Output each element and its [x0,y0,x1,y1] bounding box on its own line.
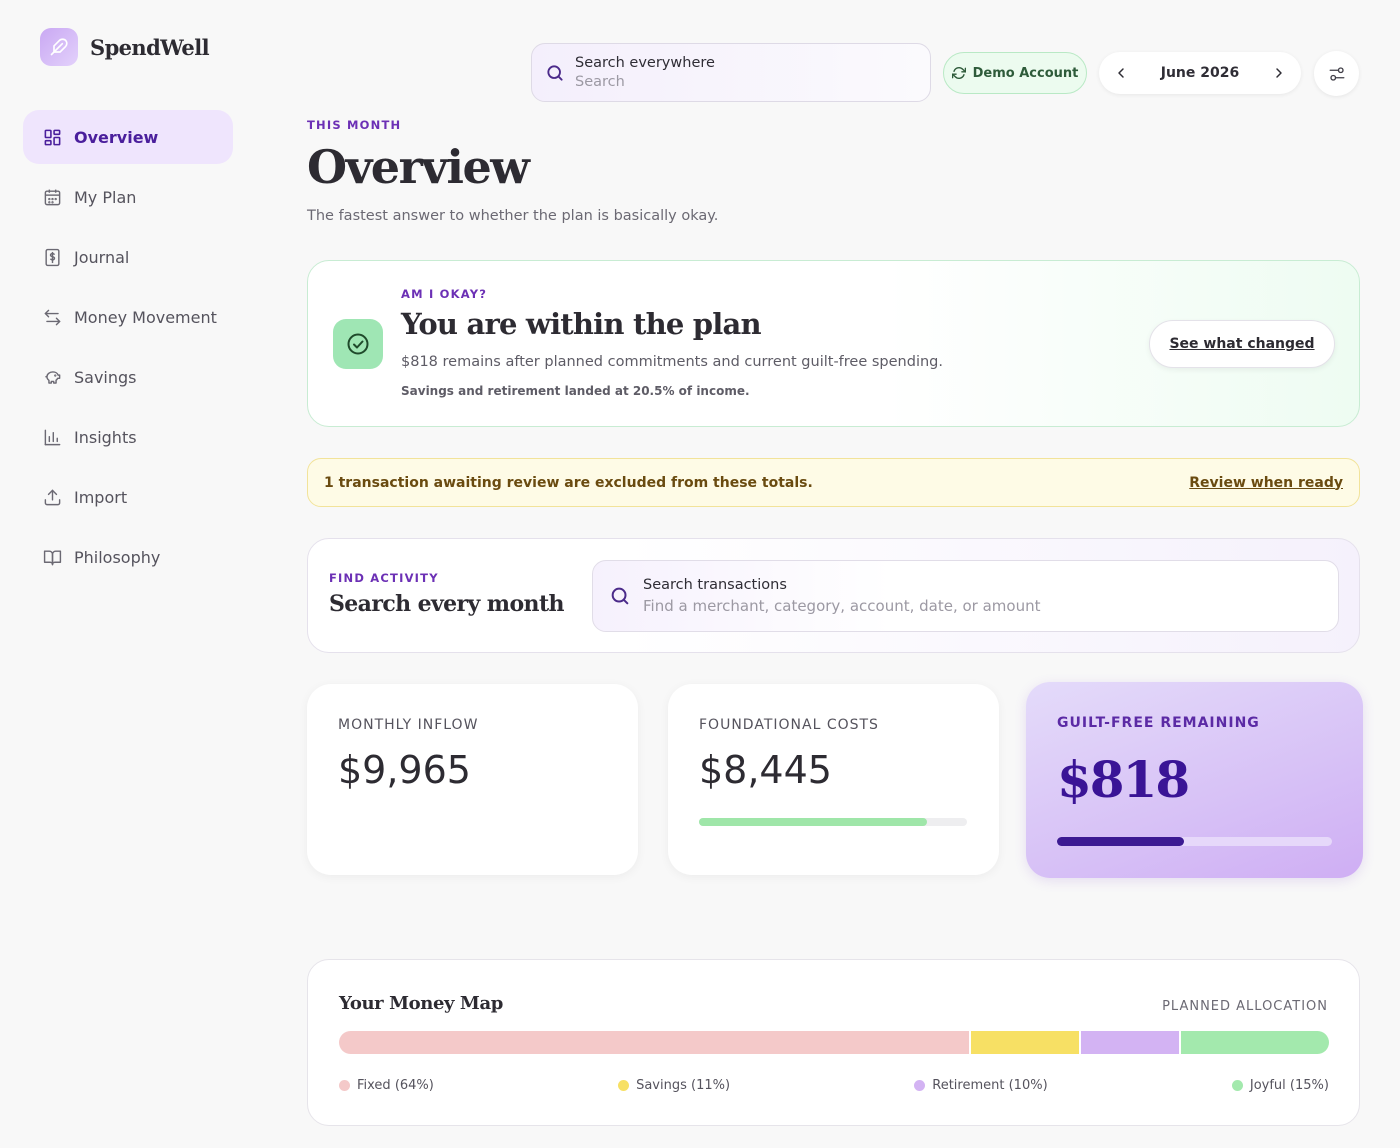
status-note: Savings and retirement landed at 20.5% o… [401,384,750,398]
legend-label: Retirement (10%) [932,1078,1048,1093]
upload-icon [44,489,61,505]
calendar-icon [44,189,61,205]
sidebar-nav: Overview My Plan Journal Money Movement … [23,110,233,590]
monthly-inflow-card: MONTHLY INFLOW $9,965 [307,684,638,875]
piggy-bank-icon [45,370,61,384]
transfer-arrows-icon [44,309,61,325]
foundational-costs-progress-fill [699,818,927,826]
status-eyebrow: AM I OKAY? [401,287,488,301]
page-title: Overview [307,140,530,194]
guilt-free-remaining-card: GUILT-FREE REMAINING $818 [1026,682,1363,878]
allocation-segment [1181,1031,1329,1054]
money-map-tag: PLANNED ALLOCATION [1162,999,1328,1014]
foundational-costs-card: FOUNDATIONAL COSTS $8,445 [668,684,999,875]
guilt-free-value: $818 [1057,750,1190,809]
legend-label: Savings (11%) [636,1078,731,1093]
foundational-costs-value: $8,445 [699,748,832,792]
sidebar-item-my-plan[interactable]: My Plan [23,170,233,224]
allocation-segment [1081,1031,1180,1054]
chevron-right-icon[interactable] [1271,65,1287,81]
guilt-free-label: GUILT-FREE REMAINING [1057,715,1260,731]
warning-text: 1 transaction awaiting review are exclud… [324,474,813,491]
refresh-icon [951,67,966,79]
settings-button[interactable] [1314,51,1359,96]
legend-dot [914,1080,926,1091]
page-eyebrow: THIS MONTH [307,118,402,132]
sidebar-item-label: Overview [74,127,159,147]
chevron-left-icon[interactable] [1113,65,1129,81]
dashboard-icon [44,129,61,145]
sidebar-item-philosophy[interactable]: Philosophy [23,530,233,584]
sidebar-item-savings[interactable]: Savings [23,350,233,404]
transaction-search-field[interactable]: Search transactions Find a merchant, cat… [592,560,1339,632]
plan-status-card: AM I OKAY? You are within the plan $818 … [307,260,1360,427]
find-title: Search every month [329,591,565,617]
sliders-icon [1329,66,1344,81]
review-link[interactable]: Review when ready [1189,475,1343,491]
allocation-segment [339,1031,969,1054]
status-description: $818 remains after planned commitments a… [401,354,943,370]
book-icon [43,549,62,565]
find-eyebrow: FIND ACTIVITY [329,571,439,585]
status-title: You are within the plan [401,307,762,341]
legend-dot [339,1080,350,1091]
search-icon [611,587,629,605]
sidebar-item-label: Insights [74,427,137,447]
guilt-free-progress-fill [1057,837,1184,846]
guilt-free-progress [1057,837,1332,846]
sidebar-item-label: Savings [74,367,137,387]
foundational-costs-progress [699,818,967,826]
legend-label: Joyful (15%) [1249,1078,1329,1093]
money-map-card: Your Money Map PLANNED ALLOCATION Fixed … [307,959,1360,1126]
sidebar-item-label: Money Movement [74,307,217,327]
sidebar-item-label: Import [74,487,128,507]
sidebar-item-label: My Plan [74,187,137,207]
sidebar-item-label: Philosophy [74,547,161,567]
bar-chart-icon [44,429,61,445]
global-search-label: Search everywhere [575,55,715,71]
find-activity-card: FIND ACTIVITY Search every month Search … [307,538,1360,653]
global-search[interactable]: Search everywhere Search [531,43,931,102]
demo-account-label: Demo Account [972,65,1079,81]
search-icon [547,64,563,81]
transaction-search-input[interactable]: Find a merchant, category, account, date… [643,597,1040,615]
sidebar-item-overview[interactable]: Overview [23,110,233,164]
sidebar-item-money-movement[interactable]: Money Movement [23,290,233,344]
legend-item: Joyful (15%) [1231,1078,1329,1093]
global-search-input[interactable]: Search [575,74,715,90]
allocation-bar [339,1031,1329,1054]
transaction-search-label: Search transactions [643,577,787,593]
brand-logo[interactable]: SpendWell [40,28,210,66]
demo-account-button[interactable]: Demo Account [943,52,1087,94]
legend-item: Retirement (10%) [914,1078,1048,1093]
dollar-receipt-icon [45,248,60,266]
sidebar-item-journal[interactable]: Journal [23,230,233,284]
sidebar-item-import[interactable]: Import [23,470,233,524]
allocation-segment [970,1031,1079,1054]
legend-dot [618,1080,630,1091]
monthly-inflow-label: MONTHLY INFLOW [338,717,479,733]
legend-item: Savings (11%) [618,1078,730,1093]
allocation-legend: Fixed (64%) Savings (11%) Retirement (10%)… [339,1078,1329,1093]
month-switcher: June 2026 [1099,52,1301,94]
legend-dot [1231,1080,1243,1091]
money-map-title: Your Money Map [339,993,503,1014]
current-month: June 2026 [1160,65,1240,81]
legend-item: Fixed (64%) [339,1078,434,1093]
feather-icon [40,28,78,66]
brand-name: SpendWell [90,34,210,60]
foundational-costs-label: FOUNDATIONAL COSTS [699,717,879,733]
sidebar-item-label: Journal [74,247,130,267]
sidebar-item-insights[interactable]: Insights [23,410,233,464]
legend-label: Fixed (64%) [357,1078,434,1093]
check-circle-icon [333,319,383,369]
review-warning-banner: 1 transaction awaiting review are exclud… [307,458,1360,507]
see-what-changed-button[interactable]: See what changed [1149,320,1335,368]
page-subtitle: The fastest answer to whether the plan i… [307,208,719,224]
monthly-inflow-value: $9,965 [338,748,471,792]
